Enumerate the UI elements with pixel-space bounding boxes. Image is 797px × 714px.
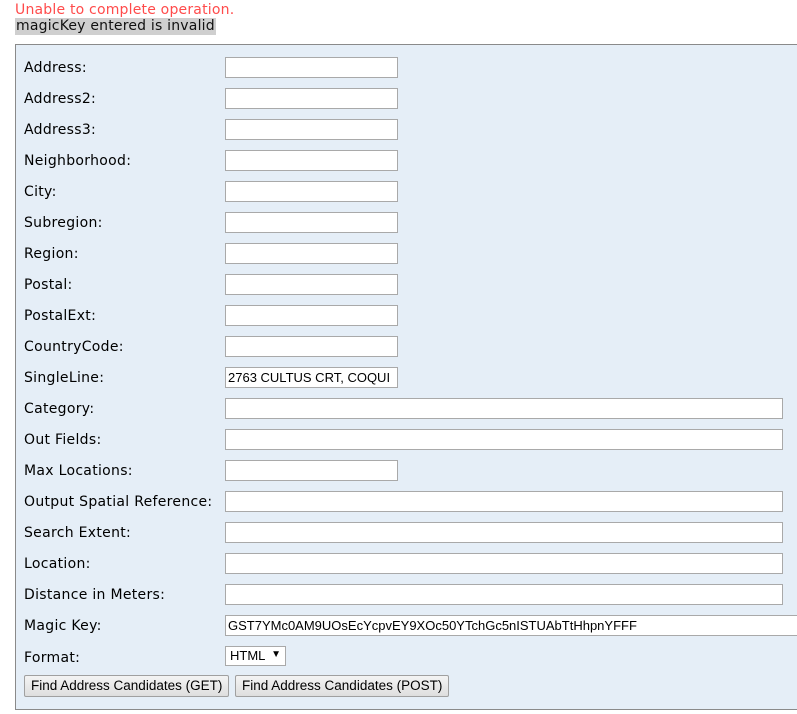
category-label: Category: xyxy=(24,401,95,417)
address3-input[interactable] xyxy=(225,119,398,140)
geocode-form: Address: Address2: Address3: Neighborhoo… xyxy=(15,44,797,710)
location-input[interactable] xyxy=(225,553,783,574)
format-selected-value: HTML xyxy=(230,648,266,663)
dropdown-arrow-icon: ▼ xyxy=(271,649,281,660)
subregion-label: Subregion: xyxy=(24,215,103,231)
output-sr-input[interactable] xyxy=(225,491,783,512)
city-input[interactable] xyxy=(225,181,398,202)
format-select[interactable]: HTML ▼ xyxy=(225,646,286,666)
out-fields-input[interactable] xyxy=(225,429,783,450)
error-message: Unable to complete operation. xyxy=(15,2,235,18)
row-buttons: Find Address Candidates (GET) Find Addre… xyxy=(16,675,796,699)
region-label: Region: xyxy=(24,246,79,262)
postal-input[interactable] xyxy=(225,274,398,295)
category-input[interactable] xyxy=(225,398,783,419)
location-label: Location: xyxy=(24,556,91,572)
find-candidates-post-button[interactable]: Find Address Candidates (POST) xyxy=(235,675,450,697)
distance-input[interactable] xyxy=(225,584,783,605)
subregion-input[interactable] xyxy=(225,212,398,233)
countrycode-label: CountryCode: xyxy=(24,339,124,355)
out-fields-label: Out Fields: xyxy=(24,432,102,448)
singleline-label: SingleLine: xyxy=(24,370,105,386)
city-label: City: xyxy=(24,184,57,200)
magic-key-input[interactable]: GST7YMc0AM9UOsEcYcpvEY9XOc50YTchGc5nISTU… xyxy=(225,615,797,636)
region-input[interactable] xyxy=(225,243,398,264)
distance-label: Distance in Meters: xyxy=(24,587,166,603)
max-locations-input[interactable] xyxy=(225,460,398,481)
neighborhood-input[interactable] xyxy=(225,150,398,171)
error-detail: magicKey entered is invalid xyxy=(15,18,216,35)
postalext-label: PostalExt: xyxy=(24,308,97,324)
countrycode-input[interactable] xyxy=(225,336,398,357)
search-extent-input[interactable] xyxy=(225,522,783,543)
format-label: Format: xyxy=(24,650,81,666)
output-sr-label: Output Spatial Reference: xyxy=(24,494,213,510)
address-input[interactable] xyxy=(225,57,398,78)
address3-label: Address3: xyxy=(24,122,97,138)
max-locations-label: Max Locations: xyxy=(24,463,133,479)
magic-key-label: Magic Key: xyxy=(24,618,102,634)
address2-label: Address2: xyxy=(24,91,97,107)
address2-input[interactable] xyxy=(225,88,398,109)
search-extent-label: Search Extent: xyxy=(24,525,132,541)
neighborhood-label: Neighborhood: xyxy=(24,153,132,169)
address-label: Address: xyxy=(24,60,87,76)
find-candidates-get-button[interactable]: Find Address Candidates (GET) xyxy=(24,675,230,697)
singleline-input[interactable]: 2763 CULTUS CRT, COQUI xyxy=(225,367,398,388)
postal-label: Postal: xyxy=(24,277,73,293)
postalext-input[interactable] xyxy=(225,305,398,326)
